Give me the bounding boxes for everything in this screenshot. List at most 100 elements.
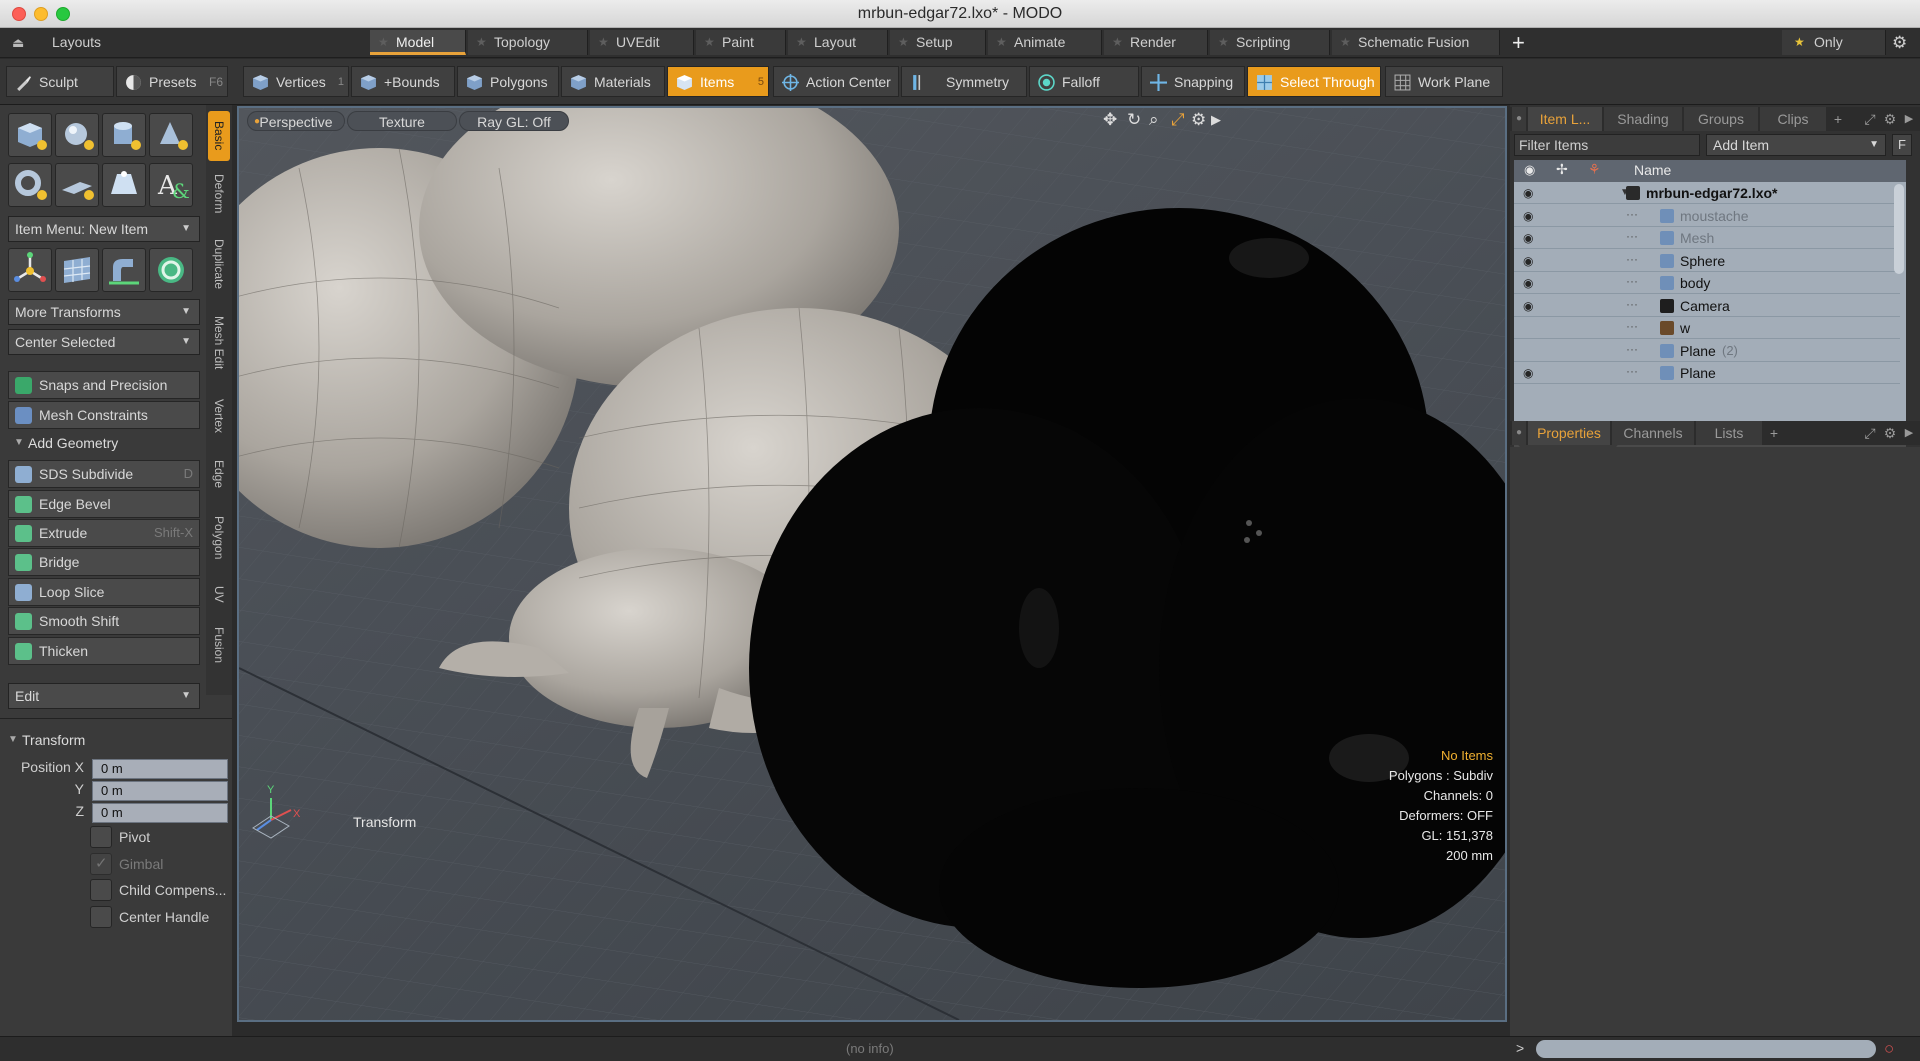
item-row[interactable]: ··· w <box>1514 317 1900 339</box>
3d-viewport[interactable]: ● Perspective Texture Ray GL: Off ✥ ↻ ⌕ ⤢… <box>237 106 1507 1022</box>
visibility-eye-icon[interactable]: ◉ <box>1523 250 1533 272</box>
tab-deform[interactable]: Deform <box>208 167 230 221</box>
command-input[interactable] <box>1536 1040 1876 1058</box>
items-mode-button[interactable]: Items 5 <box>667 66 769 97</box>
rotate-view-icon[interactable]: ↻ <box>1127 110 1141 130</box>
snapping-button[interactable]: Snapping <box>1141 66 1245 97</box>
visibility-eye-icon[interactable]: ◉ <box>1523 182 1533 204</box>
scene-row[interactable]: ◉ ▼ mrbun-edgar72.lxo* <box>1514 182 1900 204</box>
tab-shading[interactable]: Shading <box>1604 107 1682 131</box>
position-x-field[interactable]: 0 m <box>92 759 228 779</box>
child-compensation-checkbox[interactable] <box>90 879 112 901</box>
panel-gear-icon[interactable]: ⚙ <box>1880 107 1900 131</box>
item-row[interactable]: ◉ ··· Plane <box>1514 362 1900 384</box>
tab-render[interactable]: ★ Render <box>1104 30 1208 55</box>
lock-column-icon[interactable]: ✢ <box>1556 161 1568 178</box>
tab-duplicate[interactable]: Duplicate <box>208 229 230 299</box>
thicken-button[interactable]: Thicken <box>8 637 200 665</box>
edge-bevel-button[interactable]: Edge Bevel <box>8 490 200 518</box>
tab-setup[interactable]: ★ Setup <box>890 30 986 55</box>
transform-section[interactable]: ▼ Transform <box>2 727 194 753</box>
mesh-constraints-button[interactable]: Mesh Constraints <box>8 401 200 429</box>
add-item-dropdown[interactable]: Add Item ▼ <box>1706 134 1886 156</box>
tab-scripting[interactable]: ★ Scripting <box>1210 30 1330 55</box>
tab-animate[interactable]: ★ Animate <box>988 30 1102 55</box>
gimbal-checkbox[interactable]: ✓ <box>90 853 112 875</box>
panel-menu-dot-icon[interactable]: ● <box>1512 421 1526 445</box>
falloff-button[interactable]: Falloff <box>1029 66 1139 97</box>
position-y-field[interactable]: 0 m <box>92 781 228 801</box>
presets-button[interactable]: Presets F6 <box>116 66 228 97</box>
move-view-icon[interactable]: ✥ <box>1103 110 1117 130</box>
add-geometry-section[interactable]: ▼ Add Geometry <box>8 430 200 456</box>
item-row[interactable]: ◉ ··· Mesh <box>1514 227 1900 249</box>
new-cube-button[interactable] <box>8 113 52 157</box>
tab-uvedit[interactable]: ★ UVEdit <box>590 30 694 55</box>
expand-panel-icon[interactable]: ⤢ <box>1860 421 1880 445</box>
work-plane-button[interactable]: Work Plane <box>1385 66 1503 97</box>
tab-lists[interactable]: Lists <box>1696 421 1762 445</box>
layouts-menu[interactable]: Layouts <box>52 28 101 57</box>
tab-clips[interactable]: Clips <box>1760 107 1826 131</box>
item-row[interactable]: ◉ ··· Sphere <box>1514 250 1900 272</box>
new-sphere-button[interactable] <box>55 113 99 157</box>
symmetry-button[interactable]: Symmetry <box>901 66 1027 97</box>
new-light-button[interactable] <box>102 163 146 207</box>
tab-schematic-fusion[interactable]: ★ Schematic Fusion <box>1332 30 1500 55</box>
pivot-checkbox[interactable] <box>90 826 112 848</box>
only-toggle[interactable]: ★ Only <box>1782 30 1886 55</box>
tab-basic[interactable]: Basic <box>208 111 230 161</box>
new-plane-button[interactable] <box>55 163 99 207</box>
tab-edge[interactable]: Edge <box>208 451 230 497</box>
tab-groups[interactable]: Groups <box>1684 107 1758 131</box>
expand-panel-icon[interactable]: ⤢ <box>1860 107 1880 131</box>
tab-model[interactable]: ★ Model <box>370 30 466 55</box>
loop-slice-button[interactable]: Loop Slice <box>8 578 200 606</box>
new-text-button[interactable]: A & <box>149 163 193 207</box>
sculpt-button[interactable]: Sculpt <box>6 66 114 97</box>
viewport-menu-arrow-icon[interactable]: ▶ <box>1211 112 1221 128</box>
panel-menu-dot-icon[interactable]: ● <box>1512 107 1526 131</box>
bridge-button[interactable]: Bridge <box>8 548 200 576</box>
center-handle-checkbox[interactable] <box>90 906 112 928</box>
tab-uv[interactable]: UV <box>208 579 230 609</box>
visibility-eye-icon[interactable]: ◉ <box>1523 295 1533 317</box>
tab-properties[interactable]: Properties <box>1528 421 1610 445</box>
zoom-icon[interactable]: ⌕ <box>1149 110 1159 130</box>
polygons-mode-button[interactable]: Polygons <box>457 66 559 97</box>
name-column-header[interactable]: Name <box>1634 162 1671 178</box>
spin-tool-button[interactable] <box>149 248 193 292</box>
edit-dropdown[interactable]: Edit ▼ <box>8 683 200 709</box>
layouts-menu-icon[interactable]: ⏏ <box>12 28 24 57</box>
new-cone-button[interactable] <box>149 113 193 157</box>
extrude-button[interactable]: Extrude Shift-X <box>8 519 200 547</box>
transform-tool-button[interactable] <box>8 248 52 292</box>
raygl-toggle[interactable]: Ray GL: Off <box>459 111 569 131</box>
panel-arrow-icon[interactable]: ▶ <box>1900 421 1918 445</box>
add-panel-tab-button[interactable]: + <box>1828 107 1848 131</box>
fit-view-icon[interactable]: ⤢ <box>1171 110 1185 130</box>
select-through-button[interactable]: Select Through <box>1247 66 1381 97</box>
tab-polygon[interactable]: Polygon <box>208 505 230 571</box>
lattice-tool-button[interactable] <box>55 248 99 292</box>
tab-fusion[interactable]: Fusion <box>208 617 230 673</box>
position-z-field[interactable]: 0 m <box>92 803 228 823</box>
bounds-button[interactable]: +Bounds <box>351 66 455 97</box>
action-center-button[interactable]: Action Center <box>773 66 899 97</box>
gear-icon[interactable]: ⚙ <box>1892 28 1907 57</box>
filter-items-input[interactable]: Filter Items <box>1514 134 1700 156</box>
tab-vertex[interactable]: Vertex <box>208 389 230 443</box>
more-transforms-dropdown[interactable]: More Transforms ▼ <box>8 299 200 325</box>
smooth-shift-button[interactable]: Smooth Shift <box>8 607 200 635</box>
viewport-gear-icon[interactable]: ⚙ <box>1191 110 1206 130</box>
item-row[interactable]: ◉ ··· Camera <box>1514 295 1900 317</box>
add-panel-tab-button[interactable]: + <box>1764 421 1784 445</box>
render-column-icon[interactable]: ⚘ <box>1588 161 1601 178</box>
new-cylinder-button[interactable] <box>102 113 146 157</box>
vertices-mode-button[interactable]: Vertices 1 <box>243 66 349 97</box>
snaps-precision-button[interactable]: Snaps and Precision <box>8 371 200 399</box>
visibility-eye-icon[interactable]: ◉ <box>1523 205 1533 227</box>
bend-tool-button[interactable] <box>102 248 146 292</box>
item-row[interactable]: ◉ ··· moustache <box>1514 205 1900 227</box>
visibility-eye-icon[interactable]: ◉ <box>1523 227 1533 249</box>
